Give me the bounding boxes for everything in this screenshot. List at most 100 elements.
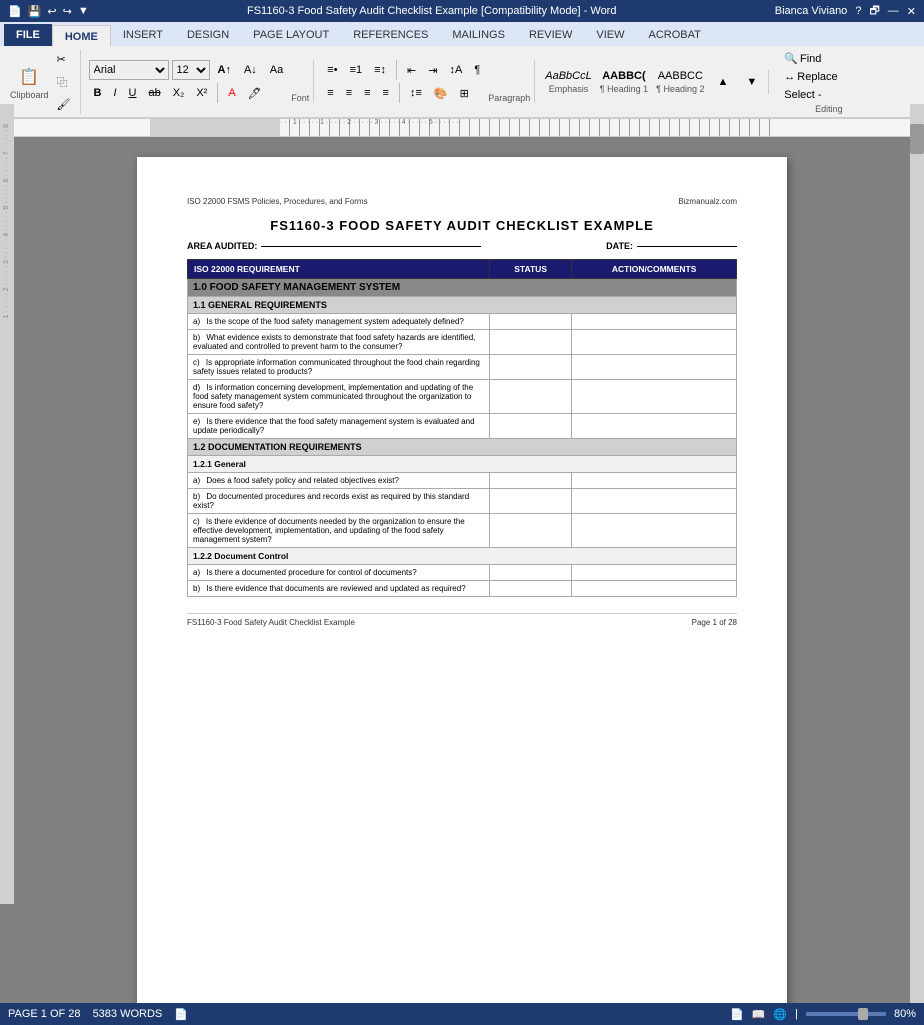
- style-heading1[interactable]: AABBC(: [602, 70, 645, 82]
- replace-button[interactable]: ↔ Replace: [779, 68, 842, 86]
- clear-format-button[interactable]: Aa: [265, 61, 288, 79]
- subsubsection-1-2-2-label: 1.2.2 Document Control: [188, 548, 737, 565]
- style-emphasis[interactable]: AaBbCcL: [545, 70, 591, 82]
- cut-button[interactable]: ✂: [52, 50, 76, 69]
- shading-button[interactable]: 🎨: [429, 84, 453, 103]
- italic-button[interactable]: I: [108, 84, 121, 102]
- increase-font-button[interactable]: A↑: [213, 61, 236, 79]
- bold-button[interactable]: B: [89, 84, 107, 102]
- style-heading1-label: ¶ Heading 1: [600, 84, 648, 94]
- styles-scroll-up[interactable]: ▲: [713, 73, 734, 91]
- underline-button[interactable]: U: [124, 84, 142, 102]
- item-letter: a): [193, 568, 200, 577]
- clipboard-section: 📋 Clipboard ✂ ⿻ 🖌: [6, 50, 81, 114]
- bullets-button[interactable]: ≡•: [322, 61, 342, 79]
- sort-button[interactable]: ↕A: [444, 61, 467, 79]
- status-cell-1-1-d: [489, 380, 571, 414]
- align-center-button[interactable]: ≡: [341, 84, 357, 102]
- vertical-scrollbar[interactable]: [910, 137, 924, 1003]
- subscript-button[interactable]: X₂: [168, 84, 190, 102]
- restore-button[interactable]: 🗗: [869, 2, 879, 21]
- show-hide-button[interactable]: ¶: [469, 61, 485, 79]
- align-right-button[interactable]: ≡: [359, 84, 375, 102]
- status-right: 📄 📖 🌐 | 80%: [730, 1008, 916, 1021]
- item-text: Is information concerning development, i…: [193, 383, 473, 410]
- multilevel-button[interactable]: ≡↕: [369, 61, 391, 79]
- tab-references[interactable]: REFERENCES: [341, 24, 440, 46]
- select-button[interactable]: Select -: [779, 86, 842, 104]
- status-cell-1-2-2-a: [489, 565, 571, 581]
- find-button[interactable]: 🔍 Find: [779, 49, 842, 68]
- styles-scroll-down[interactable]: ▼: [741, 73, 762, 91]
- item-letter: d): [193, 383, 200, 392]
- table-row: b) Is there evidence that documents are …: [188, 581, 737, 597]
- zoom-slider[interactable]: [806, 1012, 886, 1016]
- paste-button[interactable]: 📋: [14, 64, 44, 90]
- table-row: b) Do documented procedures and records …: [188, 489, 737, 514]
- increase-indent-button[interactable]: ⇥: [423, 61, 442, 80]
- status-cell-1-2-1-a: [489, 473, 571, 489]
- strikethrough-button[interactable]: ab: [143, 84, 165, 102]
- page-footer: FS1160-3 Food Safety Audit Checklist Exa…: [187, 613, 737, 627]
- page-count: PAGE 1 OF 28: [8, 1008, 81, 1021]
- border-button[interactable]: ⊞: [455, 84, 474, 103]
- align-left-button[interactable]: ≡: [322, 84, 338, 102]
- font-family-select[interactable]: Arial: [89, 60, 169, 80]
- table-row: e) Is there evidence that the food safet…: [188, 414, 737, 439]
- action-cell-1-1-c: [572, 355, 737, 380]
- tab-home[interactable]: HOME: [52, 25, 111, 47]
- font-size-select[interactable]: 12: [172, 60, 210, 80]
- undo-icon[interactable]: ↩: [47, 5, 56, 18]
- header-right: Bizmanualz.com: [678, 197, 737, 206]
- minimize-button[interactable]: —: [888, 5, 899, 17]
- req-cell-1-2-2-a: a) Is there a documented procedure for c…: [188, 565, 490, 581]
- tab-review[interactable]: REVIEW: [517, 24, 584, 46]
- quick-save-icon[interactable]: 💾: [28, 5, 42, 18]
- web-layout-icon[interactable]: 🌐: [773, 1008, 787, 1021]
- font-color-button[interactable]: A: [223, 84, 240, 102]
- tab-mailings[interactable]: MAILINGS: [440, 24, 517, 46]
- subsection-header-1-1: 1.1 GENERAL REQUIREMENTS: [188, 297, 737, 314]
- numbering-button[interactable]: ≡1: [345, 61, 368, 79]
- tab-view[interactable]: VIEW: [584, 24, 636, 46]
- print-layout-icon[interactable]: 📄: [730, 1008, 744, 1021]
- document-main-title: FS1160-3 FOOD SAFETY AUDIT CHECKLIST EXA…: [187, 218, 737, 233]
- zoom-level: 80%: [894, 1008, 916, 1020]
- highlight-button[interactable]: 🖊: [243, 84, 267, 103]
- date-line: [637, 246, 737, 247]
- justify-button[interactable]: ≡: [378, 84, 394, 102]
- help-button[interactable]: ?: [855, 5, 861, 17]
- tab-page-layout[interactable]: PAGE LAYOUT: [241, 24, 341, 46]
- tab-insert[interactable]: INSERT: [111, 24, 175, 46]
- header-left: ISO 22000 FSMS Policies, Procedures, and…: [187, 197, 368, 206]
- action-cell-1-1-e: [572, 414, 737, 439]
- line-spacing-button[interactable]: ↕≡: [405, 84, 427, 102]
- style-heading2[interactable]: AABBCC: [658, 70, 703, 82]
- decrease-font-button[interactable]: A↓: [239, 61, 262, 79]
- paragraph-label: Paragraph: [488, 93, 530, 103]
- subsubsection-header-1-2-1: 1.2.1 General: [188, 456, 737, 473]
- section-header-label: 1.0 FOOD SAFETY MANAGEMENT SYSTEM: [188, 279, 737, 297]
- col-header-action: ACTION/COMMENTS: [572, 260, 737, 279]
- status-cell-1-2-1-b: [489, 489, 571, 514]
- tab-acrobat[interactable]: ACROBAT: [636, 24, 712, 46]
- status-cell-1-1-b: [489, 330, 571, 355]
- status-cell-1-1-e: [489, 414, 571, 439]
- reading-view-icon[interactable]: 📖: [752, 1008, 766, 1021]
- customize-icon[interactable]: ▼: [78, 5, 89, 17]
- language-icon: 📄: [174, 1008, 188, 1021]
- subsection-1-2-label: 1.2 DOCUMENTATION REQUIREMENTS: [188, 439, 737, 456]
- style-heading2-label: ¶ Heading 2: [656, 84, 704, 94]
- decrease-indent-button[interactable]: ⇤: [402, 61, 421, 80]
- status-cell-1-2-2-b: [489, 581, 571, 597]
- action-cell-1-2-2-b: [572, 581, 737, 597]
- document-title: FS1160-3 Food Safety Audit Checklist Exa…: [89, 5, 775, 17]
- close-button[interactable]: ✕: [907, 5, 916, 18]
- format-painter-button[interactable]: 🖌: [52, 95, 76, 114]
- item-letter: a): [193, 317, 200, 326]
- redo-icon[interactable]: ↪: [63, 5, 72, 18]
- copy-button[interactable]: ⿻: [52, 71, 76, 93]
- superscript-button[interactable]: X²: [191, 84, 212, 102]
- tab-file[interactable]: FILE: [4, 24, 52, 46]
- tab-design[interactable]: DESIGN: [175, 24, 241, 46]
